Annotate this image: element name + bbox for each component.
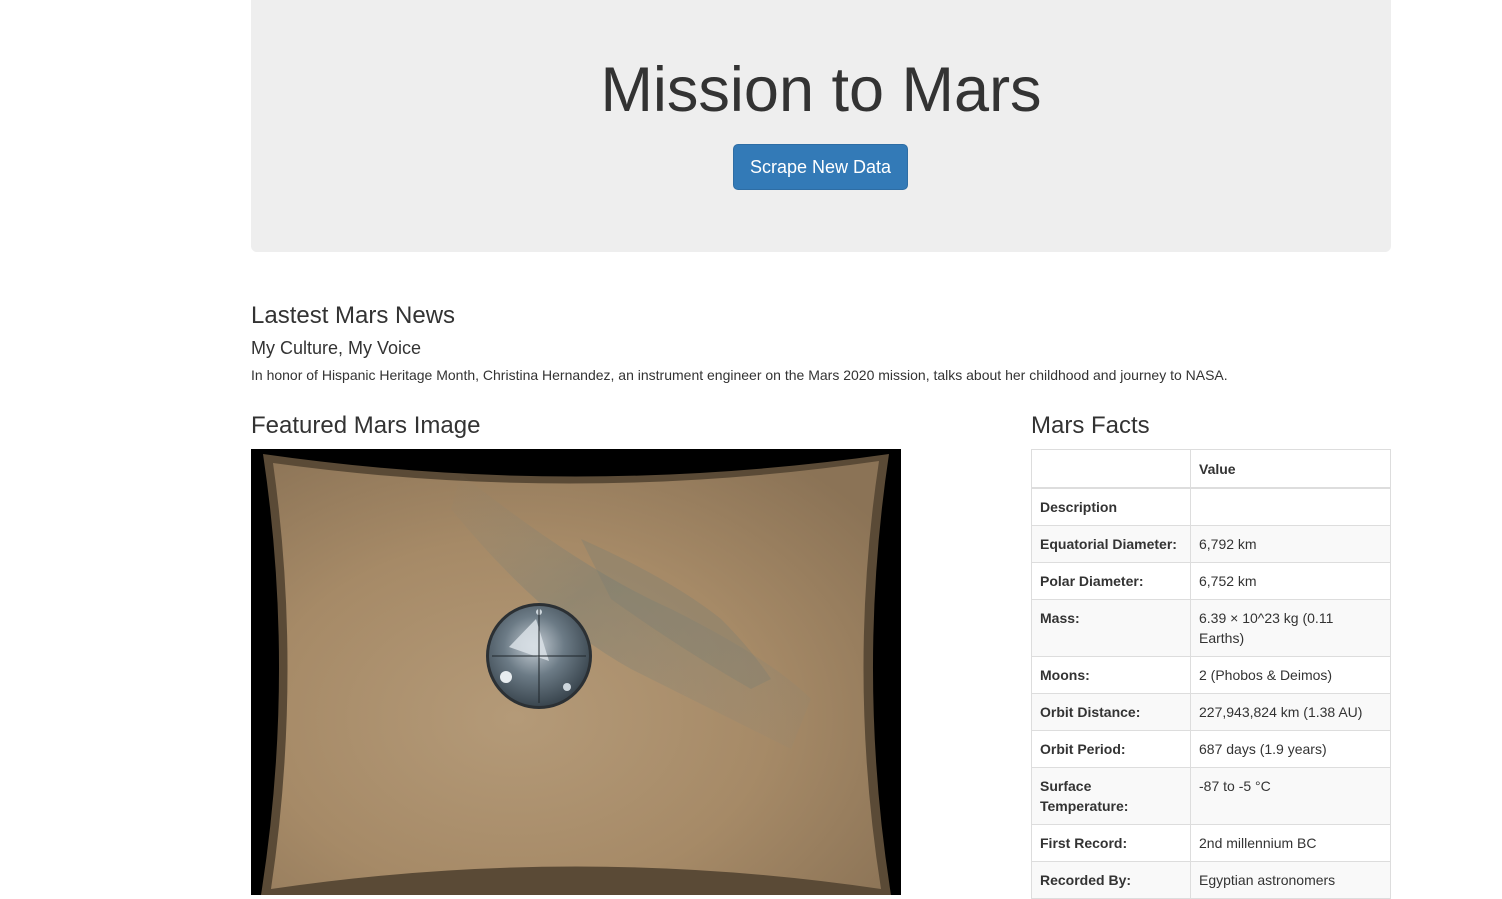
table-row: First Record: 2nd millennium BC: [1031, 824, 1391, 862]
featured-mars-image: [251, 449, 901, 895]
page-title: Mission to Mars: [600, 55, 1042, 125]
table-row: Equatorial Diameter: 6,792 km: [1031, 525, 1391, 563]
fact-value: 2nd millennium BC: [1190, 824, 1391, 862]
mars-facts-table: Value Description Equatorial Diameter: 6…: [1031, 449, 1391, 899]
news-paragraph: In honor of Hispanic Heritage Month, Chr…: [251, 367, 1228, 383]
jumbotron-header: Mission to Mars Scrape New Data: [251, 0, 1391, 252]
fact-value: -87 to -5 °C: [1190, 767, 1391, 825]
fact-value: 2 (Phobos & Deimos): [1190, 656, 1391, 694]
table-row: Polar Diameter: 6,752 km: [1031, 562, 1391, 600]
table-row: Mass: 6.39 × 10^23 kg (0.11 Earths): [1031, 599, 1391, 657]
column-header-blank: [1031, 449, 1191, 489]
fact-label: Equatorial Diameter:: [1031, 525, 1191, 563]
fact-value: 227,943,824 km (1.38 AU): [1190, 693, 1391, 731]
news-title: My Culture, My Voice: [251, 338, 422, 358]
table-row: Orbit Period: 687 days (1.9 years): [1031, 730, 1391, 768]
fact-label: Mass:: [1031, 599, 1191, 657]
fact-value: Egyptian astronomers: [1190, 861, 1391, 899]
fact-label: Description: [1031, 487, 1191, 526]
news-section-heading: Lastest Mars News: [251, 302, 456, 329]
table-row: Orbit Distance: 227,943,824 km (1.38 AU): [1031, 693, 1391, 731]
fact-label: Orbit Distance:: [1031, 693, 1191, 731]
table-row: Surface Temperature: -87 to -5 °C: [1031, 767, 1391, 825]
mars-facts-heading: Mars Facts: [1031, 412, 1150, 439]
fact-value: 687 days (1.9 years): [1190, 730, 1391, 768]
scrape-new-data-button[interactable]: Scrape New Data: [733, 144, 908, 190]
table-header-row: Value: [1031, 449, 1391, 489]
fact-value: [1190, 487, 1391, 526]
fact-label: Orbit Period:: [1031, 730, 1191, 768]
featured-image-heading: Featured Mars Image: [251, 412, 481, 439]
fact-value: 6,752 km: [1190, 562, 1391, 600]
table-row: Recorded By: Egyptian astronomers: [1031, 861, 1391, 899]
fact-label: Surface Temperature:: [1031, 767, 1191, 825]
fact-label: Recorded By:: [1031, 861, 1191, 899]
fact-label: First Record:: [1031, 824, 1191, 862]
table-row: Moons: 2 (Phobos & Deimos): [1031, 656, 1391, 694]
fact-value: 6,792 km: [1190, 525, 1391, 563]
fact-label: Polar Diameter:: [1031, 562, 1191, 600]
fact-label: Moons:: [1031, 656, 1191, 694]
fact-value: 6.39 × 10^23 kg (0.11 Earths): [1190, 599, 1391, 657]
table-row: Description: [1031, 487, 1391, 526]
column-header-value: Value: [1190, 449, 1391, 489]
